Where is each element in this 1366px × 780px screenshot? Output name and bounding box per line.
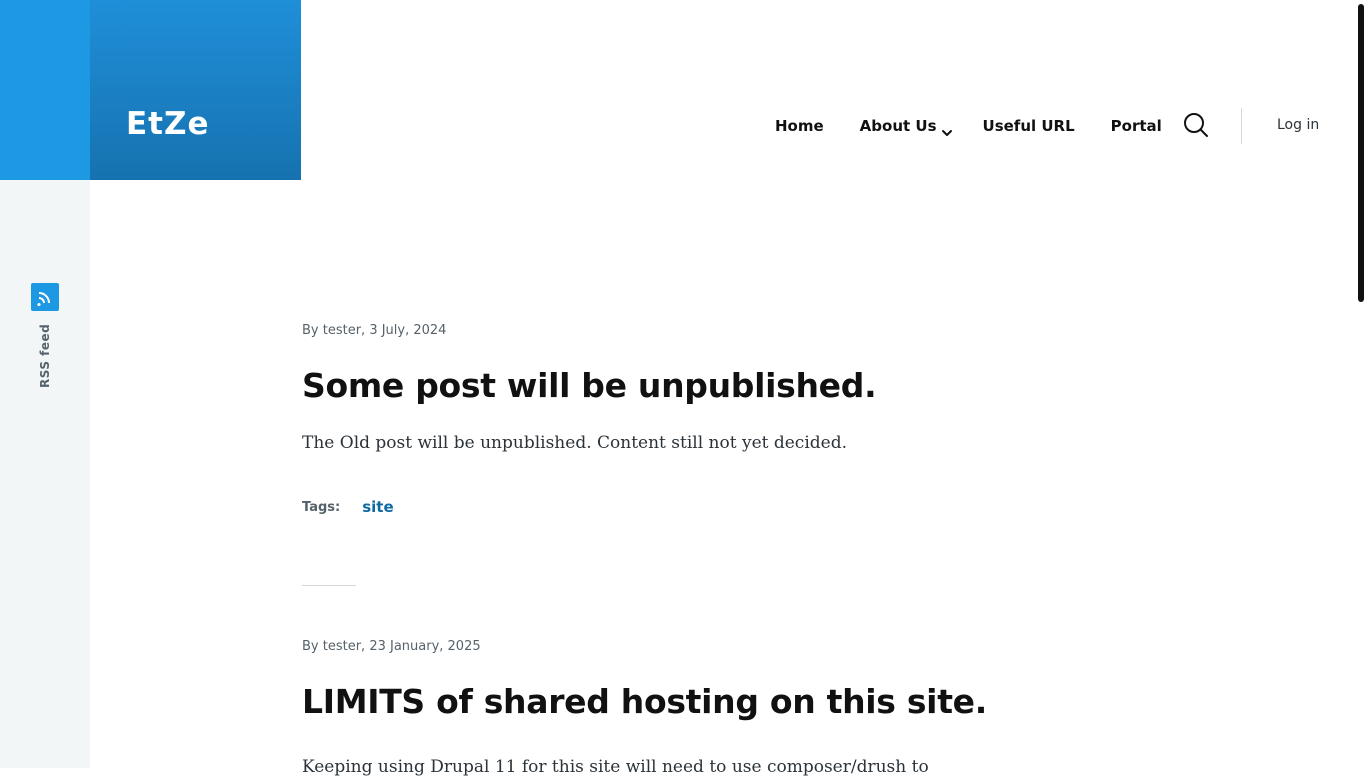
article-separator — [302, 585, 356, 586]
login-link[interactable]: Log in — [1277, 115, 1319, 135]
tags-label: Tags: — [302, 499, 341, 515]
article-title-link[interactable]: LIMITS of shared hosting on this site. — [302, 680, 1002, 724]
nav-item-about-us[interactable]: About Us — [860, 112, 953, 140]
site-branding: EtZe — [90, 0, 301, 180]
article-teaser: By tester, 23 January, 2025 LIMITS of sh… — [302, 638, 1002, 780]
search-icon — [1184, 113, 1208, 137]
nav-item-useful-url[interactable]: Useful URL — [983, 112, 1075, 140]
scrollbar[interactable] — [1356, 0, 1366, 768]
rss-feed-label: RSS feed — [38, 323, 52, 388]
tag-link[interactable]: site — [362, 498, 393, 516]
article-summary: The Old post will be unpublished. Conten… — [302, 433, 847, 453]
rss-feed-link[interactable]: RSS feed — [31, 283, 59, 393]
article-meta: By tester, 3 July, 2024 — [302, 323, 447, 338]
nav-divider — [1241, 108, 1242, 144]
chevron-down-icon[interactable] — [941, 120, 953, 136]
search-button[interactable] — [1182, 111, 1210, 139]
nav-item-home[interactable]: Home — [775, 112, 824, 140]
scrollbar-thumb[interactable] — [1358, 4, 1364, 302]
article-meta: By tester, 23 January, 2025 — [302, 639, 481, 654]
article-tags: Tags: site — [302, 498, 1002, 516]
site-name-link[interactable]: EtZe — [126, 104, 210, 144]
rss-icon — [31, 283, 59, 311]
left-rail-header — [0, 0, 90, 180]
nav-item-portal[interactable]: Portal — [1111, 112, 1162, 140]
article-summary: Keeping using Drupal 11 for this site wi… — [302, 757, 929, 777]
article-title-link[interactable]: Some post will be unpublished. — [302, 364, 1002, 408]
main-navigation: Home About Us Useful URL Portal — [775, 112, 1198, 140]
nav-item-about-us-label: About Us — [859, 117, 937, 135]
article-teaser: By tester, 3 July, 2024 Some post will b… — [302, 322, 1002, 516]
